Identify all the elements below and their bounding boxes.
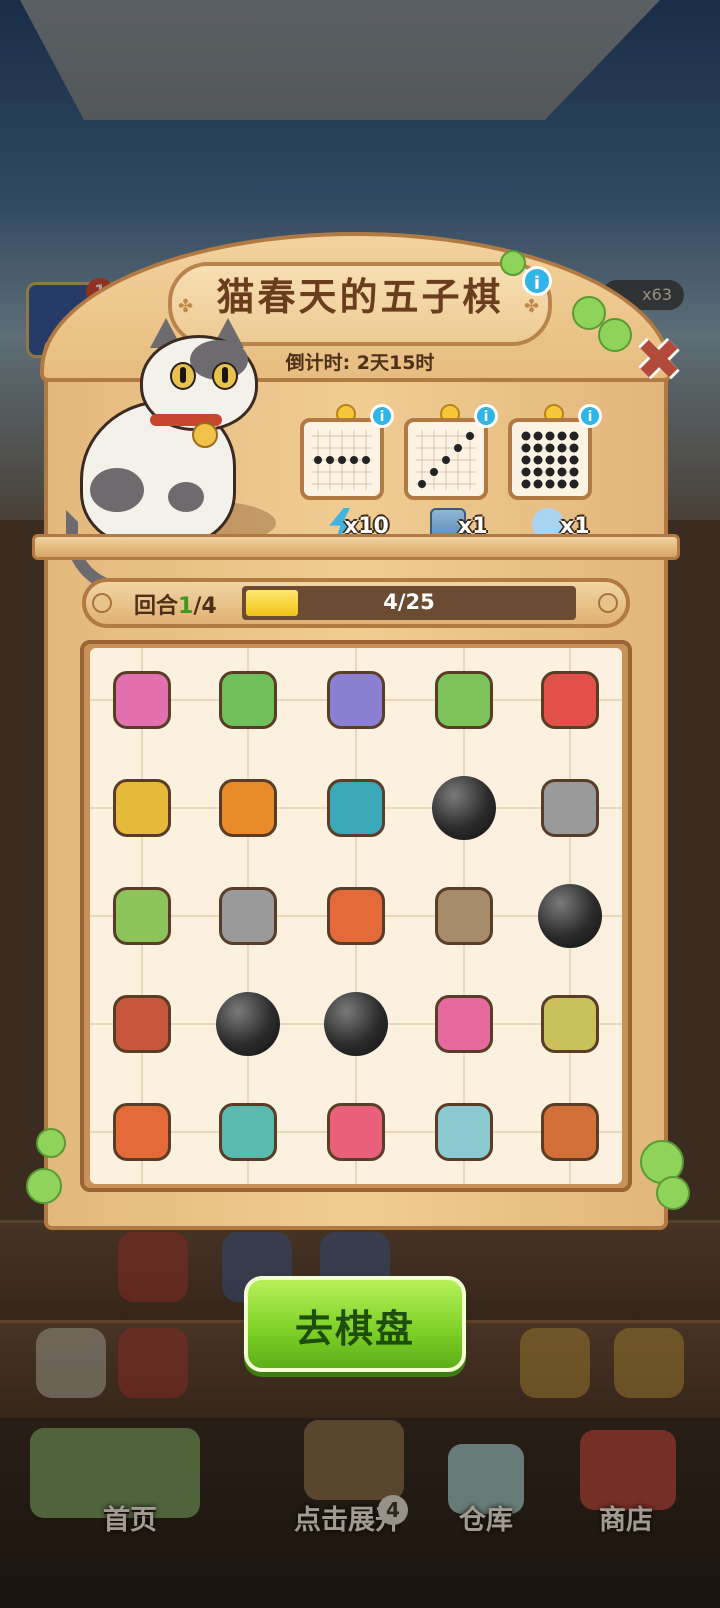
mop-icon xyxy=(435,995,493,1053)
board-item[interactable] xyxy=(421,1089,507,1175)
board-item[interactable] xyxy=(527,765,613,851)
info-icon[interactable]: i xyxy=(474,404,498,428)
black-stone-icon xyxy=(324,992,388,1056)
pattern-card-full[interactable] xyxy=(508,418,592,500)
board-item[interactable] xyxy=(421,981,507,1067)
cat-eye xyxy=(212,362,238,390)
board-item[interactable] xyxy=(527,657,613,743)
board-item[interactable] xyxy=(313,765,399,851)
board-item[interactable] xyxy=(99,873,185,959)
axe-icon xyxy=(219,887,277,945)
clover-ornament-icon: ✤ xyxy=(524,296,540,317)
bbq-skewer-tray-icon xyxy=(113,995,171,1053)
horizontal-line-pattern-icon xyxy=(312,430,372,490)
potted-berry-plant-icon xyxy=(219,671,277,729)
towel-icon xyxy=(219,1103,277,1161)
board-item[interactable] xyxy=(205,1089,291,1175)
black-stone[interactable] xyxy=(421,765,507,851)
black-stone-icon xyxy=(216,992,280,1056)
apron-icon xyxy=(435,1103,493,1161)
full-grid-pattern-icon xyxy=(521,431,579,489)
clover-decoration-icon xyxy=(656,1176,690,1210)
seedling-pot-icon xyxy=(435,671,493,729)
black-stone-icon xyxy=(432,776,496,840)
cat-eye xyxy=(170,362,196,390)
board-item[interactable] xyxy=(527,1089,613,1175)
black-stone[interactable] xyxy=(313,981,399,1067)
board-item[interactable] xyxy=(205,765,291,851)
board-item[interactable] xyxy=(99,981,185,1067)
paint-buckets-icon xyxy=(541,995,599,1053)
teapot-icon xyxy=(327,887,385,945)
progress-count: 4/25 xyxy=(383,590,435,614)
screw-icon xyxy=(598,593,618,613)
pattern-card-diagonal[interactable] xyxy=(404,418,488,500)
cat-spot xyxy=(90,468,144,512)
board-item[interactable] xyxy=(99,765,185,851)
board-item[interactable] xyxy=(99,1089,185,1175)
clover-decoration-icon xyxy=(500,250,526,276)
info-icon[interactable]: i xyxy=(578,404,602,428)
board-item[interactable] xyxy=(205,873,291,959)
board-item[interactable] xyxy=(421,657,507,743)
black-stone-icon xyxy=(538,884,602,948)
info-icon[interactable]: i xyxy=(370,404,394,428)
board-item[interactable] xyxy=(313,1089,399,1175)
black-stone[interactable] xyxy=(527,873,613,959)
axe-icon xyxy=(541,779,599,837)
info-icon[interactable]: i xyxy=(522,266,552,296)
clover-decoration-icon xyxy=(598,318,632,352)
cat-spot xyxy=(168,482,204,512)
bell-icon xyxy=(192,422,218,448)
cabinet-shelf xyxy=(32,534,680,560)
board-item[interactable] xyxy=(313,657,399,743)
board-item[interactable] xyxy=(527,981,613,1067)
broom-icon xyxy=(541,1103,599,1161)
board-item[interactable] xyxy=(313,873,399,959)
black-stone[interactable] xyxy=(205,981,291,1067)
teapot-icon xyxy=(113,1103,171,1161)
round-label: 回合1/4 xyxy=(134,594,217,619)
diagonal-line-pattern-icon xyxy=(416,430,476,490)
pink-bucket-icon xyxy=(113,671,171,729)
pattern-card-horizontal[interactable] xyxy=(300,418,384,500)
blue-fish-icon xyxy=(327,779,385,837)
starfish-icon xyxy=(327,1103,385,1161)
vegetable-skewer-icon xyxy=(113,887,171,945)
skewer-icon xyxy=(113,779,171,837)
watermelon-juice-icon xyxy=(541,671,599,729)
board-item[interactable] xyxy=(421,873,507,959)
close-icon[interactable]: ✖ xyxy=(632,333,686,389)
crystal-plant-icon xyxy=(327,671,385,729)
board-item[interactable] xyxy=(99,657,185,743)
screw-icon xyxy=(92,593,112,613)
event-title: 猫春天的五子棋 xyxy=(216,275,504,319)
board-item[interactable] xyxy=(205,657,291,743)
hoe-icon xyxy=(435,887,493,945)
clover-ornament-icon: ✤ xyxy=(178,296,194,317)
detergent-bottle-icon xyxy=(219,779,277,837)
go-to-board-label[interactable]: 去棋盘 xyxy=(244,1298,466,1353)
clover-decoration-icon xyxy=(26,1168,62,1204)
clover-decoration-icon xyxy=(36,1128,66,1158)
